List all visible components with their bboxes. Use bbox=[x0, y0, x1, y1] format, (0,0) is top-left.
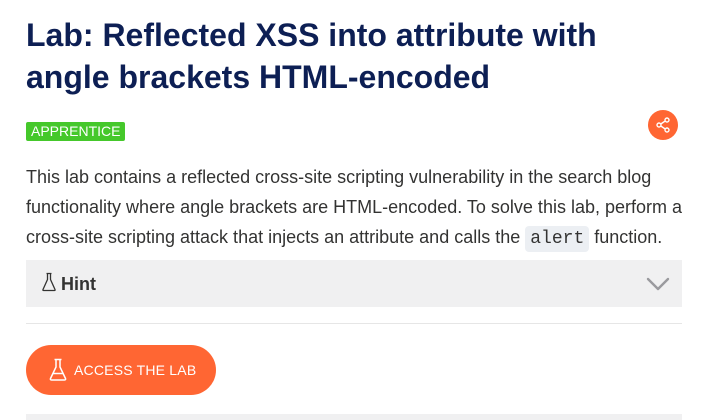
page-title: Lab: Reflected XSS into attribute with a… bbox=[26, 17, 597, 95]
lab-description: This lab contains a reflected cross-site… bbox=[26, 162, 690, 254]
access-the-lab-label: ACCESS THE LAB bbox=[74, 362, 197, 378]
chevron-down-icon bbox=[646, 277, 670, 291]
flask-icon bbox=[49, 358, 67, 381]
level-badge: APPRENTICE bbox=[26, 122, 126, 141]
hint-toggle[interactable]: Hint bbox=[26, 260, 682, 307]
flask-icon bbox=[42, 272, 56, 292]
code-alert: alert bbox=[525, 226, 590, 252]
next-panel bbox=[26, 414, 682, 420]
description-text-end: function. bbox=[589, 227, 663, 247]
share-button[interactable] bbox=[648, 110, 678, 140]
share-icon bbox=[656, 117, 670, 133]
access-the-lab-button[interactable]: ACCESS THE LAB bbox=[26, 345, 216, 395]
hint-label: Hint bbox=[61, 274, 96, 294]
divider bbox=[26, 323, 682, 324]
